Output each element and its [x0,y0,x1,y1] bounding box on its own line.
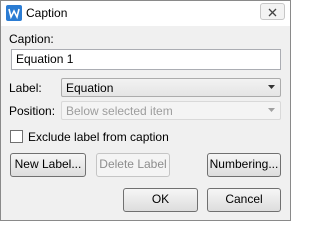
close-icon [268,8,277,17]
label-dropdown-value: Equation [66,81,114,95]
delete-label-button[interactable]: Delete Label [96,153,170,177]
new-label-button[interactable]: New Label... [10,153,86,177]
exclude-label-checkbox[interactable] [10,130,23,143]
caption-dialog: Caption Caption: Equation 1 Label: Equat… [0,0,291,221]
ok-button[interactable]: OK [123,188,198,212]
chevron-down-icon [268,85,275,89]
window-title: Caption [26,6,68,20]
exclude-label-text: Exclude label from caption [28,130,169,144]
position-dropdown[interactable]: Below selected item [61,101,281,120]
app-logo-icon [6,5,22,21]
position-dropdown-value: Below selected item [66,104,173,118]
cancel-button[interactable]: Cancel [207,188,281,212]
caption-label: Caption: [9,32,54,46]
position-label: Position: [9,104,56,118]
numbering-button[interactable]: Numbering... [207,153,281,177]
label-label: Label: [9,81,42,95]
title-bar: Caption [1,1,290,26]
caption-input[interactable]: Equation 1 [11,49,281,70]
close-button[interactable] [260,3,285,20]
chevron-down-icon [268,108,275,112]
label-dropdown[interactable]: Equation [61,78,281,97]
